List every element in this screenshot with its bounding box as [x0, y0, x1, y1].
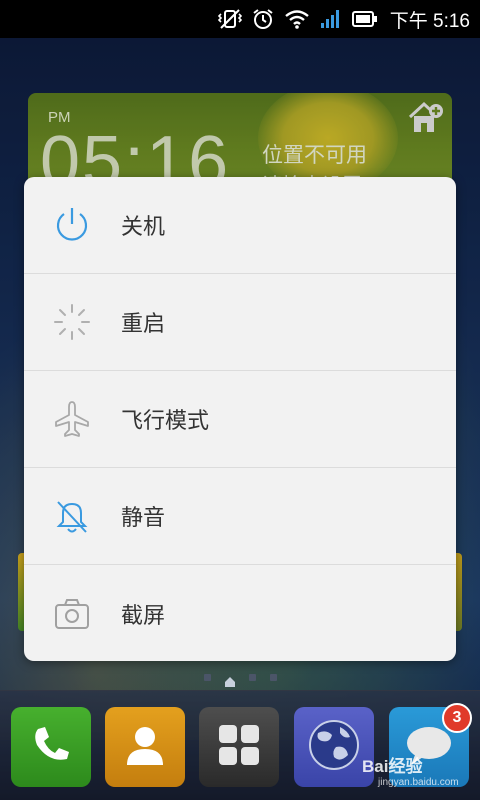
menu-item-power-off[interactable]: 关机 [24, 177, 456, 274]
battery-icon [351, 10, 378, 28]
page-dot[interactable] [203, 673, 211, 681]
status-bar: 下午 5:16 [0, 0, 480, 38]
app-drawer-icon [215, 721, 263, 773]
page-dot[interactable] [269, 673, 277, 681]
phone-icon [29, 723, 73, 771]
menu-label-airplane-mode: 飞行模式 [121, 409, 210, 434]
watermark-url: jingyan.baidu.com [378, 777, 459, 788]
alarm-icon [252, 8, 274, 30]
home-page-icon[interactable] [224, 672, 235, 687]
menu-label-screenshot: 截屏 [121, 603, 166, 629]
status-time: 下午 5:16 [389, 10, 470, 32]
contacts-icon [121, 721, 169, 773]
restart-spinner-icon [52, 302, 92, 342]
browser-icon [306, 717, 362, 777]
page-dot[interactable] [248, 673, 256, 681]
page-indicator [0, 672, 480, 687]
menu-item-restart[interactable]: 重启 [24, 274, 456, 371]
power-menu: 关机 重启 飞行模式 静音 截屏 [24, 177, 456, 661]
camera-icon [52, 594, 92, 634]
menu-item-airplane-mode[interactable]: 飞行模式 [24, 371, 456, 468]
dock-app-phone[interactable] [11, 707, 91, 787]
signal-icon [320, 9, 342, 29]
wifi-icon [284, 9, 310, 29]
menu-label-silent: 静音 [121, 506, 166, 531]
dock-app-contacts[interactable] [105, 707, 185, 787]
bell-off-icon [52, 496, 92, 536]
menu-item-silent[interactable]: 静音 [24, 468, 456, 565]
airplane-icon [52, 399, 92, 439]
messages-badge: 3 [442, 703, 472, 733]
power-icon [52, 205, 92, 245]
dock-app-drawer[interactable] [199, 707, 279, 787]
menu-item-screenshot[interactable]: 截屏 [24, 565, 456, 661]
watermark-logo: Bai经验 [362, 757, 423, 776]
menu-label-restart: 重启 [121, 312, 166, 337]
menu-label-power-off: 关机 [121, 215, 166, 240]
vibrate-off-icon [217, 8, 242, 30]
